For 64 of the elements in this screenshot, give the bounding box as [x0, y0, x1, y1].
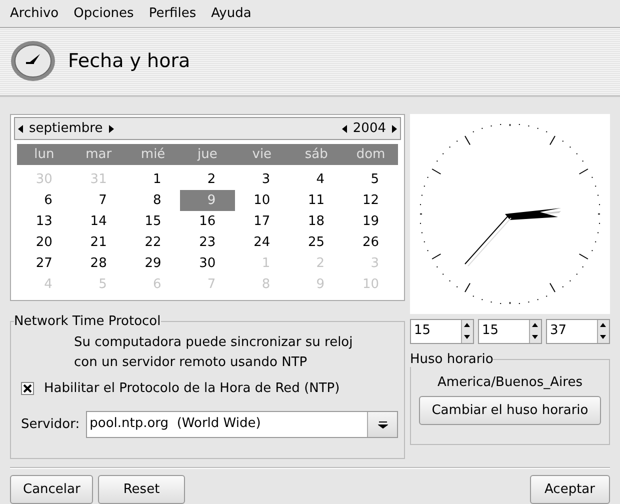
- calendar-day[interactable]: 15: [126, 211, 180, 232]
- calendar-day[interactable]: 13: [17, 211, 72, 232]
- weekday-label: jue: [196, 147, 218, 162]
- calendar-day[interactable]: 18: [289, 211, 344, 232]
- server-label: Servidor:: [21, 417, 80, 432]
- weekday-label: vie: [251, 147, 273, 162]
- calendar-day[interactable]: 22: [126, 232, 180, 253]
- calendar-day[interactable]: 12: [344, 190, 398, 211]
- weekday-label: mié: [140, 147, 166, 162]
- year-label: 2004: [352, 121, 386, 136]
- minutes-field[interactable]: 15: [478, 319, 542, 344]
- calendar-day[interactable]: 25: [289, 232, 344, 253]
- menu-item[interactable]: Opciones: [74, 6, 134, 21]
- window-title: Fecha y hora: [68, 50, 190, 72]
- calendar-day[interactable]: 23: [180, 232, 235, 253]
- calendar-day[interactable]: 7: [71, 190, 126, 211]
- calendar-day[interactable]: 29: [126, 253, 180, 274]
- menu-item[interactable]: Archivo: [10, 6, 59, 21]
- next-month-arrow-icon[interactable]: [108, 124, 114, 132]
- weekday-label: lun: [33, 147, 56, 162]
- calendar-day[interactable]: 17: [234, 211, 290, 232]
- calendar-day[interactable]: 24: [234, 232, 290, 253]
- calendar-day[interactable]: 14: [71, 211, 126, 232]
- calendar-day[interactable]: 2: [180, 169, 235, 190]
- calendar-day[interactable]: 6: [17, 190, 72, 211]
- calendar-day[interactable]: 4: [289, 169, 344, 190]
- timezone-value: America/Buenos_Aires: [438, 375, 582, 390]
- dropdown-arrow-icon[interactable]: [378, 420, 388, 428]
- calendar-day[interactable]: 28: [71, 253, 126, 274]
- ok-button[interactable]: Aceptar: [530, 475, 610, 504]
- hours-field[interactable]: 15: [410, 319, 474, 344]
- group-title: Huso horario: [410, 352, 494, 367]
- reset-button[interactable]: Reset: [98, 475, 185, 504]
- weekday-label: sáb: [304, 147, 329, 162]
- previous-month-arrow-icon[interactable]: [18, 124, 23, 132]
- calendar-day[interactable]: 20: [17, 232, 72, 253]
- server-combo-box[interactable]: pool.ntp.org (World Wide): [86, 411, 398, 438]
- weekday-label: mar: [84, 147, 113, 162]
- weekday-label: dom: [355, 147, 386, 162]
- clock-icon: [10, 40, 56, 82]
- calendar-day[interactable]: 5: [344, 169, 398, 190]
- calendar-day[interactable]: 19: [344, 211, 398, 232]
- ntp-checkbox[interactable]: [21, 382, 34, 395]
- calendar-day[interactable]: 8: [126, 190, 180, 211]
- calendar-day[interactable]: 27: [17, 253, 72, 274]
- next-year-arrow-icon[interactable]: [392, 124, 397, 132]
- seconds-field[interactable]: 37: [546, 319, 610, 344]
- calendar-day[interactable]: 30: [180, 253, 235, 274]
- group-title: Network Time Protocol: [14, 314, 161, 329]
- calendar-day[interactable]: 1: [126, 169, 180, 190]
- calendar-day[interactable]: 10: [234, 190, 290, 211]
- calendar-day[interactable]: 3: [234, 169, 290, 190]
- calendar-day[interactable]: 26: [344, 232, 398, 253]
- ntp-description: Su computadora puede sincronizar su reloj con un servidor remoto usando NTP: [74, 334, 354, 372]
- previous-year-arrow-icon[interactable]: [342, 124, 347, 132]
- menu-item[interactable]: Ayuda: [211, 6, 252, 21]
- menu-item[interactable]: Perfiles: [148, 6, 196, 21]
- calendar-day[interactable]: 11: [289, 190, 344, 211]
- cancel-button[interactable]: Cancelar: [10, 475, 94, 504]
- checkbox-label: Habilitar el Protocolo de la Hora de Red (NTP): [44, 381, 340, 396]
- change-timezone-button[interactable]: Cambiar el huso horario: [419, 396, 601, 425]
- calendar-day[interactable]: 16: [180, 211, 235, 232]
- month-label: septiembre: [29, 121, 103, 136]
- calendar-day[interactable]: 21: [71, 232, 126, 253]
